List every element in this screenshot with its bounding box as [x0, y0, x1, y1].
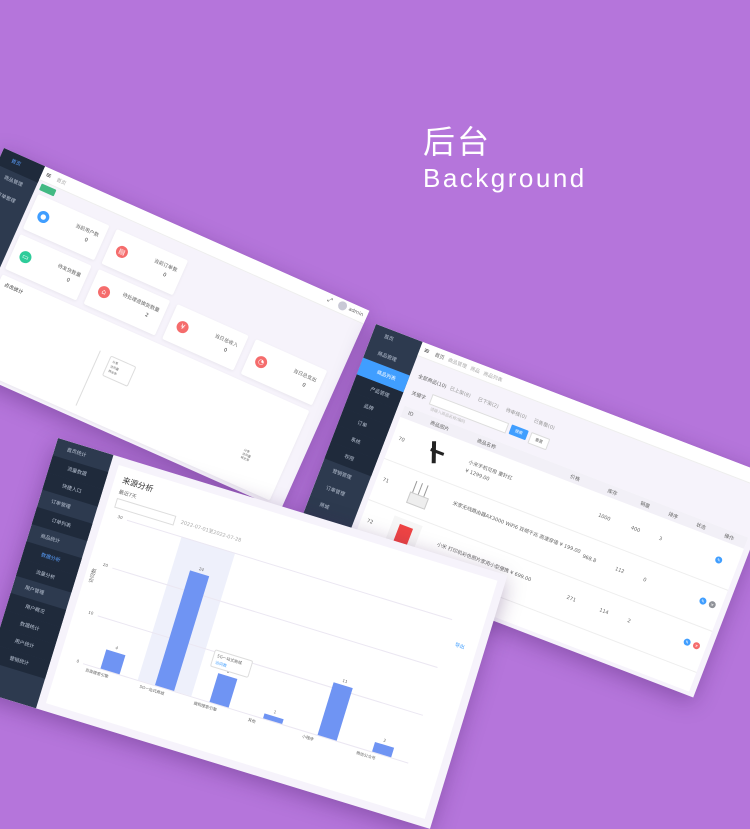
- tab-all[interactable]: 全部商品(10): [417, 373, 448, 390]
- search-button[interactable]: 搜索: [508, 424, 529, 441]
- tab-offsale[interactable]: 已下架(2): [477, 396, 500, 411]
- x-tick-label-4: 小程序: [301, 733, 315, 742]
- x-tick-label-3: 其他: [247, 716, 257, 725]
- bar-2[interactable]: [209, 673, 238, 708]
- product-image: [415, 433, 455, 472]
- delete-icon[interactable]: ✕: [691, 641, 702, 651]
- prod-breadcrumb-0[interactable]: 首页: [434, 351, 446, 361]
- order-icon: ▤: [113, 244, 130, 260]
- yen-icon: ¥: [174, 319, 191, 336]
- chart-tooltip: 分享 访问量 转化率: [101, 355, 137, 387]
- menu-toggle-icon[interactable]: ≡: [422, 346, 430, 356]
- dash-breadcrumb: 首页: [55, 177, 67, 187]
- product-image: [399, 474, 439, 514]
- y-tick-20: 20: [102, 561, 109, 569]
- y-axis-label: 访问数: [88, 567, 99, 584]
- prod-breadcrumb-2[interactable]: 商品: [469, 365, 481, 375]
- date-range-picker[interactable]: [114, 497, 177, 526]
- fullscreen-icon[interactable]: ⤢: [326, 296, 333, 305]
- edit-icon[interactable]: ✎: [698, 596, 708, 606]
- edit-icon[interactable]: ✎: [714, 555, 724, 565]
- delete-icon[interactable]: ✕: [707, 600, 717, 610]
- y-tick-0: 0: [75, 658, 80, 664]
- user-name[interactable]: admin: [347, 306, 364, 318]
- bar-value-label-3: 1: [273, 709, 277, 715]
- bar-chart: 30 20 10 0 4百度搜索引擎245G一站式商城6搜狗搜索引擎1其他11小…: [76, 514, 453, 764]
- bar-4[interactable]: [317, 682, 353, 741]
- avatar[interactable]: [336, 299, 349, 312]
- chart-icon: ◔: [253, 354, 270, 371]
- y-tick-30: 30: [116, 513, 124, 521]
- bar-value-label-5: 2: [382, 737, 387, 744]
- reset-button[interactable]: 重置: [527, 431, 551, 451]
- hero-title: 后台: [423, 123, 492, 161]
- truck-icon: ▭: [17, 249, 34, 266]
- shop-icon: ⌂: [96, 284, 112, 301]
- tab-review[interactable]: 待审核(0): [505, 406, 528, 421]
- user-icon: ●: [35, 209, 52, 225]
- click-stats-title: 点击统计: [3, 282, 24, 296]
- tab-onsale[interactable]: 已上架(8): [449, 385, 472, 400]
- chart-legend: 分享 访问量 转化率: [239, 447, 252, 463]
- menu-toggle-icon[interactable]: ≡: [44, 171, 53, 181]
- bar-value-label-4: 11: [341, 677, 349, 685]
- edit-icon[interactable]: ✎: [682, 637, 692, 647]
- prod-breadcrumb-3: 商品列表: [482, 370, 504, 384]
- tab-soldout[interactable]: 已售罄(0): [533, 417, 556, 432]
- y-tick-10: 10: [87, 609, 95, 616]
- chart-axis-line: [75, 350, 101, 406]
- hero-subtitle: Background: [423, 163, 587, 193]
- filter-label: 关键字: [410, 390, 427, 402]
- prod-breadcrumb-1[interactable]: 商品管理: [447, 356, 468, 370]
- bar-value-label-0: 4: [114, 645, 119, 651]
- export-button[interactable]: 导出: [454, 641, 466, 651]
